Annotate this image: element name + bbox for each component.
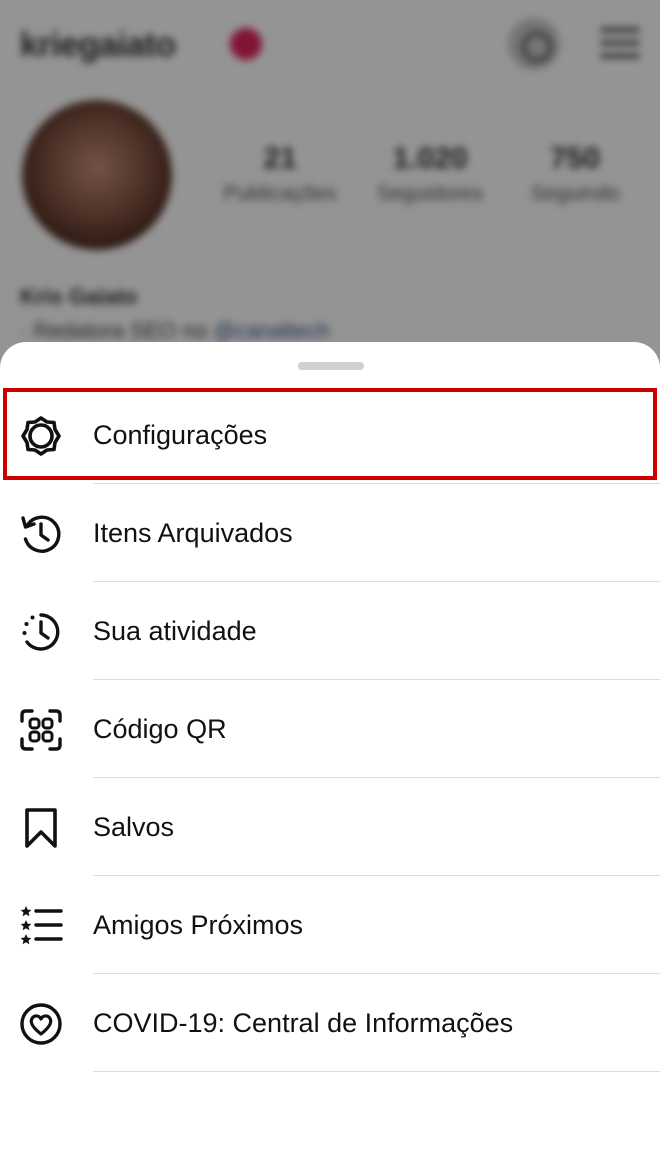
menu-item-label: Configurações bbox=[93, 419, 268, 450]
menu-item-label: Salvos bbox=[93, 811, 175, 842]
menu-item-label: Sua atividade bbox=[93, 615, 257, 646]
menu-item-label: COVID-19: Central de Informações bbox=[93, 1007, 514, 1038]
archive-history-icon bbox=[18, 511, 64, 557]
sheet-drag-handle[interactable] bbox=[298, 362, 364, 370]
close-friends-list-icon bbox=[18, 903, 64, 949]
menu-item-settings[interactable]: Configurações bbox=[0, 386, 660, 484]
menu-item-label: Itens Arquivados bbox=[93, 517, 293, 548]
covid-info-heart-icon bbox=[18, 1001, 64, 1047]
menu-item-archived[interactable]: Itens Arquivados bbox=[0, 484, 660, 582]
menu-item-saved[interactable]: Salvos bbox=[0, 778, 660, 876]
divider bbox=[93, 1071, 660, 1072]
activity-clock-icon bbox=[18, 609, 64, 655]
menu-item-label: Amigos Próximos bbox=[93, 909, 304, 940]
menu-list: Configurações Itens Arquivados Sua ativi… bbox=[0, 386, 660, 1072]
menu-item-covid-info[interactable]: COVID-19: Central de Informações bbox=[0, 974, 660, 1072]
menu-item-close-friends[interactable]: Amigos Próximos bbox=[0, 876, 660, 974]
bottom-sheet: Configurações Itens Arquivados Sua ativi… bbox=[0, 342, 660, 1173]
gear-icon bbox=[18, 413, 64, 459]
qr-code-icon bbox=[18, 707, 64, 753]
menu-item-label: Código QR bbox=[93, 713, 227, 744]
menu-item-qr-code[interactable]: Código QR bbox=[0, 680, 660, 778]
bookmark-icon bbox=[18, 805, 64, 851]
menu-item-activity[interactable]: Sua atividade bbox=[0, 582, 660, 680]
